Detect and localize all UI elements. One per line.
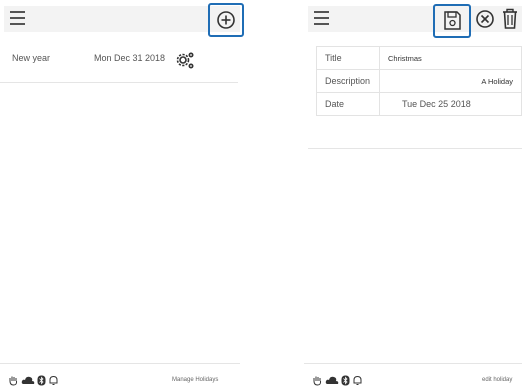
menu-icon[interactable] — [314, 11, 329, 25]
cloud-icon — [325, 376, 339, 384]
title-label: Title — [316, 46, 380, 70]
description-label: Description — [316, 69, 380, 93]
description-row[interactable]: Description A Holiday — [316, 69, 522, 93]
top-bar — [4, 6, 240, 32]
bell-icon — [49, 375, 58, 385]
date-label: Date — [316, 92, 380, 116]
hand-icon — [313, 376, 322, 386]
date-value[interactable]: Tue Dec 25 2018 — [379, 92, 522, 116]
hand-icon — [9, 376, 18, 386]
holiday-date: Mon Dec 31 2018 — [94, 53, 166, 63]
list-item[interactable]: New year Mon Dec 31 2018 — [0, 38, 238, 83]
delete-icon[interactable] — [501, 7, 519, 31]
settings-icon[interactable] — [174, 50, 196, 72]
cloud-icon — [21, 376, 35, 384]
title-value[interactable]: Christmas — [379, 46, 522, 70]
holiday-detail-table: Title Christmas Description A Holiday Da… — [316, 46, 522, 116]
save-icon — [444, 11, 461, 30]
status-icons — [8, 375, 59, 386]
bluetooth-icon — [341, 375, 350, 386]
description-value[interactable]: A Holiday — [379, 69, 522, 93]
status-icons — [312, 375, 363, 386]
footer-label: Manage Holidays — [172, 377, 219, 383]
holiday-edit-screen: Title Christmas Description A Holiday Da… — [304, 0, 522, 392]
bell-icon — [353, 375, 362, 385]
add-button[interactable] — [208, 3, 244, 37]
date-row[interactable]: Date Tue Dec 25 2018 — [316, 92, 522, 116]
add-icon — [217, 11, 235, 29]
footer-label: edit holiday — [482, 377, 513, 383]
footer: edit holiday — [304, 363, 522, 392]
bluetooth-icon — [37, 375, 46, 386]
holiday-list-screen: New year Mon Dec 31 2018 Manage Holidays — [0, 0, 244, 392]
footer: Manage Holidays — [0, 363, 240, 392]
cancel-icon[interactable] — [475, 9, 495, 29]
menu-icon[interactable] — [10, 11, 25, 25]
holiday-name: New year — [12, 53, 51, 63]
save-button[interactable] — [433, 4, 471, 38]
title-row[interactable]: Title Christmas — [316, 46, 522, 70]
